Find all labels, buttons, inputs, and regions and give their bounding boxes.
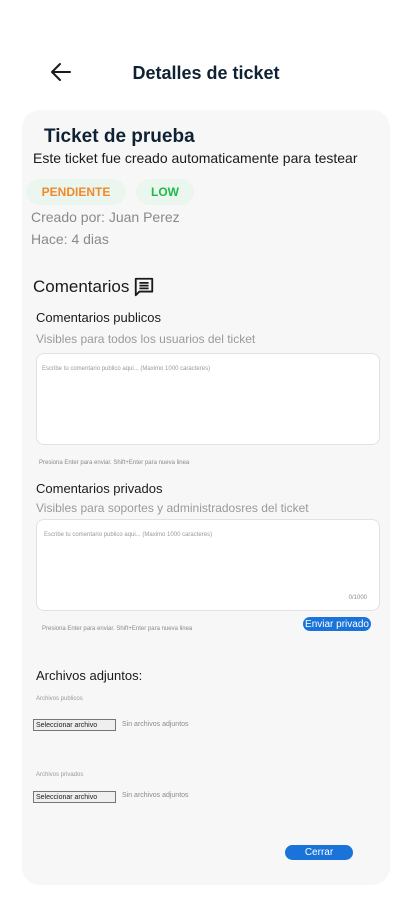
ticket-title: Ticket de prueba	[44, 126, 195, 147]
private-comment-hint: Presiona Enter para enviar. Shift+Enter …	[42, 626, 193, 632]
private-comment-input[interactable]: Escribe tu comentario publico aqui... (M…	[36, 519, 380, 611]
private-comments-title: Comentarios privados	[36, 481, 163, 496]
private-files-label: Archivos privados	[36, 772, 84, 778]
created-by-text: Creado por: Juan Perez	[31, 209, 180, 225]
private-comment-placeholder: Escribe tu comentario publico aqui... (M…	[44, 532, 213, 538]
public-comment-placeholder: Escribe tu comentario publico aqui... (M…	[42, 366, 211, 372]
private-files-status: Sin archivos adjuntos	[122, 792, 189, 799]
public-files-label: Archivos publicos	[36, 696, 83, 702]
comments-heading-label: Comentarios	[33, 277, 130, 296]
comments-heading: Comentarios	[33, 276, 155, 298]
public-comments-title: Comentarios publicos	[36, 310, 162, 325]
page-title: Detalles de ticket	[132, 63, 280, 83]
public-comment-hint: Presiona Enter para enviar. Shift+Enter …	[39, 460, 190, 466]
send-private-button[interactable]: Enviar privado	[303, 617, 371, 631]
created-ago-text: Hace: 4 dias	[31, 231, 109, 247]
status-badge: PENDIENTE	[26, 179, 126, 205]
ticket-description: Este ticket fue creado automaticamente p…	[33, 150, 358, 166]
public-comment-input[interactable]: Escribe tu comentario publico aqui... (M…	[36, 353, 380, 445]
character-counter: 0/1000	[348, 595, 367, 601]
private-comments-subtitle: Visibles para soportes y administradosre…	[36, 501, 309, 515]
comment-icon	[135, 277, 154, 297]
select-public-file-button[interactable]: Seleccionar archivo	[33, 719, 116, 731]
attachments-heading: Archivos adjuntos:	[36, 668, 143, 683]
select-private-file-button[interactable]: Seleccionar archivo	[33, 791, 116, 803]
public-files-status: Sin archivos adjuntos	[122, 721, 189, 728]
priority-badge: LOW	[136, 179, 194, 205]
public-comments-subtitle: Visibles para todos los usuarios del tic…	[36, 332, 256, 346]
app-header: Detalles de ticket	[0, 52, 412, 92]
close-button[interactable]: Cerrar	[285, 845, 353, 860]
ticket-card: Ticket de prueba Este ticket fue creado …	[22, 110, 390, 885]
